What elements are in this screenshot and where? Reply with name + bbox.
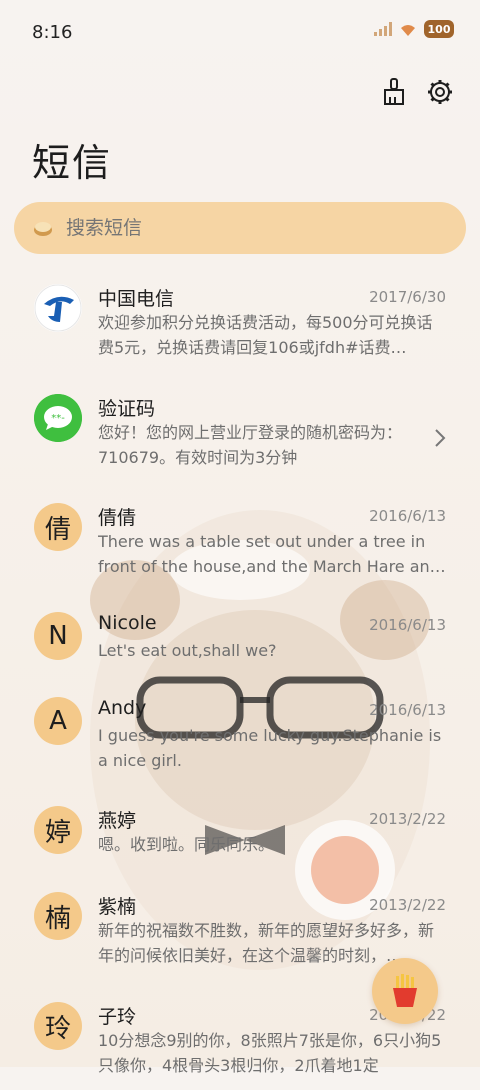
svg-text:**-: **- xyxy=(51,413,65,424)
conversation-row[interactable]: 中国电信 2017/6/30 欢迎参加积分兑换话费活动，每500分可兑换话费5元… xyxy=(0,272,480,372)
avatar: A xyxy=(34,697,82,745)
contact-name: 子玲 xyxy=(98,1006,137,1028)
battery-indicator: 100 xyxy=(424,20,454,38)
contact-name: Andy xyxy=(98,697,147,719)
contact-name: 验证码 xyxy=(98,398,156,420)
message-preview: 您好！您的网上营业厅登录的随机密码为：710679。有效时间为3分钟 xyxy=(98,423,403,467)
telecom-logo-icon xyxy=(34,284,82,332)
message-date: 2016/6/13 xyxy=(369,701,446,719)
search-input[interactable] xyxy=(64,216,428,240)
avatar: N xyxy=(34,612,82,660)
conversation-row[interactable]: **- 验证码 您好！您的网上营业厅登录的随机密码为：710679。有效时间为3… xyxy=(0,382,480,482)
top-actions xyxy=(380,78,454,106)
contact-name: Nicole xyxy=(98,612,157,634)
message-preview: 嗯。收到啦。同乐同乐。 xyxy=(98,835,275,854)
contact-name: 燕婷 xyxy=(98,810,137,832)
fries-icon xyxy=(393,974,417,1007)
page-title: 短信 xyxy=(32,141,113,185)
chevron-right-icon[interactable] xyxy=(434,428,446,448)
conversation-row[interactable]: 婷 燕婷 2013/2/22 嗯。收到啦。同乐同乐。 xyxy=(0,794,480,894)
message-date: 2013/2/22 xyxy=(369,896,446,914)
message-date: 2016/6/13 xyxy=(369,616,446,634)
avatar: 婷 xyxy=(34,806,82,854)
signal-icon xyxy=(374,22,392,36)
message-date: 2016/6/13 xyxy=(369,507,446,525)
conversation-row[interactable]: A Andy 2016/6/13 I guess you're some luc… xyxy=(0,685,480,785)
message-preview: There was a table set out under a tree i… xyxy=(98,532,446,576)
conversation-row[interactable]: 倩 倩倩 2016/6/13 There was a table set out… xyxy=(0,491,480,591)
avatar: 倩 xyxy=(34,503,82,551)
message-date: 2017/6/30 xyxy=(369,288,446,306)
contact-name: 紫楠 xyxy=(98,896,137,918)
message-preview: I guess you're some lucky guy.Stephanie … xyxy=(98,726,442,770)
status-time: 8:16 xyxy=(32,22,73,43)
status-bar: 8:16 100 xyxy=(0,0,480,68)
status-icons: 100 xyxy=(374,20,454,38)
message-date: 2013/2/22 xyxy=(369,810,446,828)
broom-icon[interactable] xyxy=(380,78,408,106)
search-bar[interactable] xyxy=(14,202,466,254)
compose-button[interactable] xyxy=(372,958,438,1024)
message-preview: 10分想念9别的你，8张照片7张是你，6只小狗5只像你，4根骨头3根归你，2爪着… xyxy=(98,1031,442,1075)
message-logo-icon: **- xyxy=(34,394,82,442)
message-preview: Let's eat out,shall we? xyxy=(98,641,277,660)
avatar: 玲 xyxy=(34,1002,82,1050)
message-preview: 欢迎参加积分兑换话费活动，每500分可兑换话费5元，兑换话费请回复106或jfd… xyxy=(98,313,433,357)
contact-name: 倩倩 xyxy=(98,507,137,529)
contact-name: 中国电信 xyxy=(98,288,175,310)
wifi-icon xyxy=(401,25,415,36)
avatar: 楠 xyxy=(34,892,82,940)
search-icon xyxy=(34,222,52,236)
gear-icon[interactable] xyxy=(426,78,454,106)
